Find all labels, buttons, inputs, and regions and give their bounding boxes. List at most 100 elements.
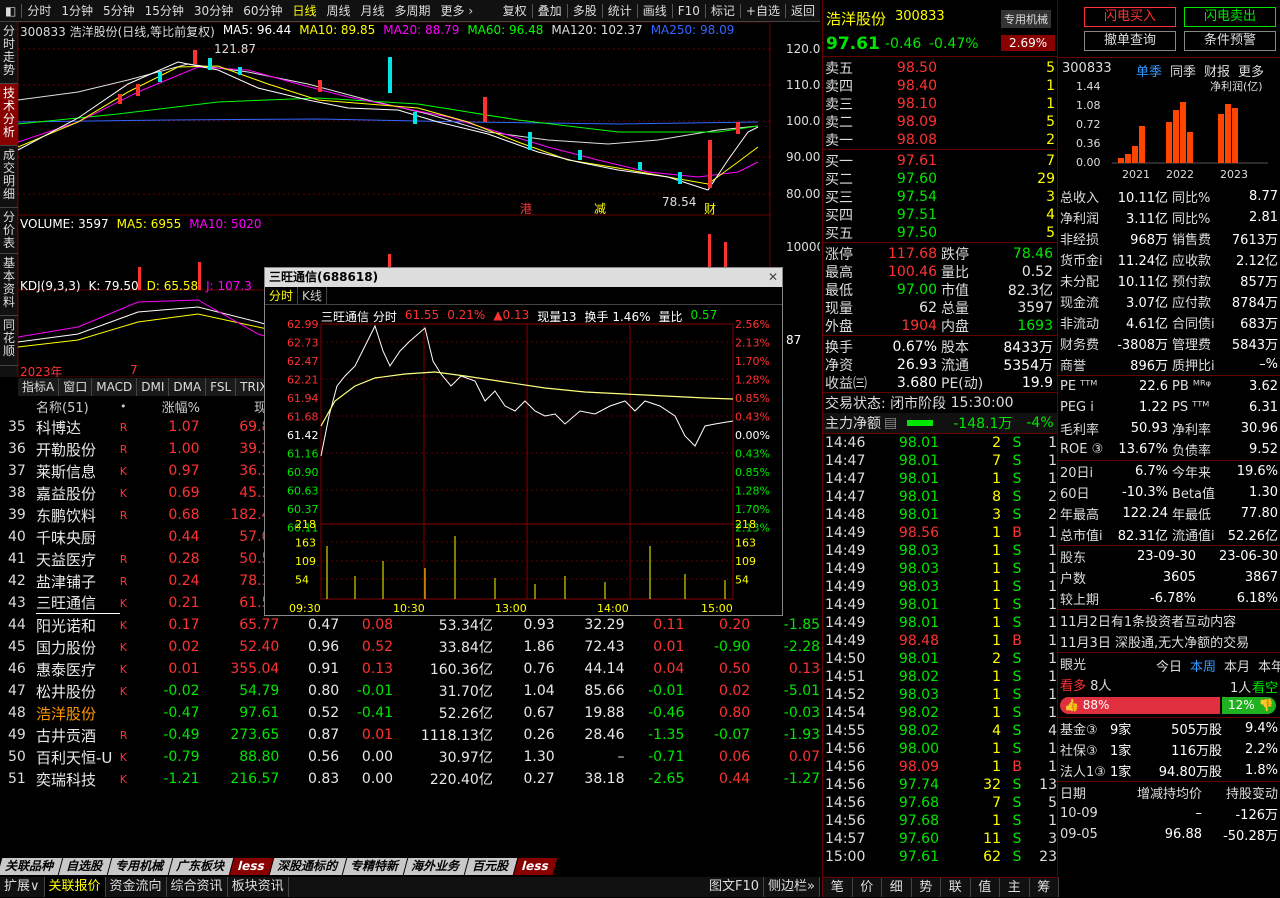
close-icon[interactable]: ✕ (768, 268, 778, 287)
mid-tab-4[interactable]: 联 (941, 878, 971, 897)
flash-sell-button[interactable]: 闪电卖出 (1184, 7, 1276, 27)
ind-tab-window[interactable]: 窗口 (59, 378, 93, 396)
period-more[interactable]: 更多 › (436, 2, 479, 19)
tool-stats[interactable]: 统计 (603, 2, 637, 19)
news-tab[interactable]: 综合资讯 (167, 877, 228, 897)
bid-row[interactable]: 买一 97.61 7 (823, 152, 1057, 170)
sector-news-tab[interactable]: 板块资讯 (228, 877, 289, 897)
fin-tab-more[interactable]: 更多 (1238, 61, 1264, 80)
period-weekly[interactable]: 周线 (322, 2, 356, 19)
tool-back[interactable]: 返回 (786, 2, 820, 19)
category-tab-3[interactable]: 广东板块 (168, 858, 234, 875)
table-row[interactable]: 49 古井贡酒 R -0.49 273.65 0.87 0.01 1118.13亿 0.26 28… (0, 724, 820, 746)
opinion-tab-year[interactable]: 本年 (1258, 656, 1280, 675)
related-quote-tab[interactable]: 关联报价 (44, 877, 106, 897)
vtab-deals[interactable]: 成交明细 (0, 146, 18, 208)
flash-buy-button[interactable]: 闪电买入 (1084, 7, 1176, 27)
bid-row[interactable]: 买四 97.51 4 (823, 206, 1057, 224)
sector-pct-badge[interactable]: 2.69% (1001, 35, 1056, 51)
category-tab-8[interactable]: 百元股 (464, 858, 517, 875)
collapse-icon[interactable]: ◧ (0, 4, 21, 18)
intraday-popup[interactable]: 三旺通信(688618) ✕ 分时 K线 三旺通信 分时 61.55 0.21% … (264, 267, 783, 616)
vtab-tech[interactable]: 技术分析 (0, 84, 18, 146)
table-row[interactable]: 45 国力股份 K 0.02 52.40 0.96 0.52 33.84亿 1.86 72.43 0… (0, 636, 820, 658)
period-60min[interactable]: 60分钟 (238, 2, 287, 19)
opinion-tab-month[interactable]: 本月 (1224, 656, 1250, 675)
tool-fuquan[interactable]: 复权 (498, 2, 532, 19)
table-row[interactable]: 44 阳光诺和 K 0.17 65.77 0.47 0.08 53.34亿 0.93 32.29 0… (0, 614, 820, 636)
ind-tab-a[interactable]: 指标A (18, 378, 60, 396)
ind-tab-macd[interactable]: MACD (92, 378, 138, 396)
category-tab-9[interactable]: less (513, 858, 557, 875)
tool-mark[interactable]: 标记 (706, 2, 740, 19)
marker-jian[interactable]: 减 (594, 202, 606, 216)
ind-tab-dmi[interactable]: DMI (137, 378, 170, 396)
header-name[interactable]: 名称(51) (36, 397, 120, 416)
bear-bar[interactable]: 12% 👎 (1222, 697, 1276, 714)
tool-multistock[interactable]: 多股 (568, 2, 602, 19)
tool-f10[interactable]: F10 (673, 4, 705, 18)
main-flow[interactable]: 主力净额 ▤ -148.1万 -4% (823, 413, 1057, 433)
category-tab-2[interactable]: 专用机械 (107, 858, 173, 875)
news-item-1[interactable]: 11月2日有1条投资者互动内容 (1058, 610, 1280, 631)
opinion-tab-week[interactable]: 本周 (1190, 656, 1216, 675)
period-monthly[interactable]: 月线 (356, 2, 390, 19)
f10-graphic-button[interactable]: 图文F10 (705, 877, 765, 897)
vtab-profile[interactable]: 基本资料 (0, 254, 18, 316)
header-pct[interactable]: 涨幅% (140, 397, 200, 416)
period-5min[interactable]: 5分钟 (98, 2, 140, 19)
condition-alert-button[interactable]: 条件预警 (1184, 31, 1276, 51)
sidebar-button[interactable]: 侧边栏» (764, 877, 820, 897)
vtab-fenshi[interactable]: 分时走势 (0, 22, 18, 84)
table-row[interactable]: 47 松井股份 K -0.02 54.79 0.80 -0.01 31.70亿 1.04 85.6… (0, 680, 820, 702)
tool-addfav[interactable]: +自选 (741, 2, 785, 19)
ask-row[interactable]: 卖三 98.10 1 (823, 95, 1057, 113)
popup-tab-kline[interactable]: K线 (298, 287, 327, 304)
sector-badge[interactable]: 专用机械 (1001, 10, 1051, 28)
table-row[interactable]: 46 惠泰医疗 K 0.01 355.04 0.91 0.13 160.36亿 0.76 44.1… (0, 658, 820, 680)
vtab-pricetable[interactable]: 分价表 (0, 208, 18, 254)
period-1min[interactable]: 1分钟 (56, 2, 98, 19)
table-row[interactable]: 50 百利天恒-U K -0.79 88.80 0.56 0.00 30.97亿 1.30 – -0… (0, 746, 820, 768)
period-30min[interactable]: 30分钟 (189, 2, 238, 19)
period-fenshi[interactable]: 分时 (22, 2, 56, 19)
expand-button[interactable]: 扩展∨ (0, 877, 45, 897)
mid-tab-2[interactable]: 细 (882, 878, 912, 897)
ask-row[interactable]: 卖二 98.09 5 (823, 113, 1057, 131)
category-tab-4[interactable]: less (229, 858, 273, 875)
mid-tab-3[interactable]: 势 (912, 878, 941, 897)
ind-tab-dma[interactable]: DMA (169, 378, 207, 396)
category-tab-5[interactable]: 深股通标的 (269, 858, 346, 875)
ask-row[interactable]: 卖五 98.50 5 (823, 59, 1057, 77)
mid-tab-7[interactable]: 筹 (1030, 878, 1059, 897)
marker-cai[interactable]: 财 (704, 202, 716, 216)
category-tab-1[interactable]: 自选股 (58, 858, 112, 875)
fin-tab-report[interactable]: 财报 (1204, 61, 1230, 80)
bull-bar[interactable]: 👍 88% (1060, 697, 1220, 714)
tool-overlay[interactable]: 叠加 (533, 2, 567, 19)
popup-title[interactable]: 三旺通信(688618) ✕ (265, 268, 782, 287)
bid-row[interactable]: 买五 97.50 5 (823, 224, 1057, 242)
category-tab-0[interactable]: 关联品种 (0, 858, 63, 875)
period-15min[interactable]: 15分钟 (140, 2, 189, 19)
ask-row[interactable]: 卖四 98.40 1 (823, 77, 1057, 95)
mid-tab-5[interactable]: 值 (971, 878, 1000, 897)
table-row[interactable]: 48 浩洋股份 -0.47 97.61 0.52 -0.41 52.26亿 0.67 19.88… (0, 702, 820, 724)
opinion-tab-day[interactable]: 今日 (1156, 656, 1182, 675)
ind-tab-fsl[interactable]: FSL (206, 378, 237, 396)
fund-flow-tab[interactable]: 资金流向 (106, 877, 167, 897)
cancel-query-button[interactable]: 撤单查询 (1084, 31, 1176, 51)
category-tab-7[interactable]: 海外业务 (403, 858, 468, 875)
fin-tab-sameq[interactable]: 同季 (1170, 61, 1196, 80)
tick-list[interactable]: 14:46 98.01 2 S 1 14:47 98.01 7 S 1 14:47 98.01 1 S 1 1… (823, 434, 1057, 866)
popup-tab-fenshi[interactable]: 分时 (265, 287, 299, 304)
mid-tab-6[interactable]: 主 (1000, 878, 1030, 897)
fin-tab-quarter[interactable]: 单季 (1136, 61, 1162, 80)
category-tab-6[interactable]: 专精特新 (342, 858, 407, 875)
opinion-bar[interactable]: 👍 88% 12% 👎 (1058, 695, 1280, 717)
tool-draw[interactable]: 画线 (638, 2, 672, 19)
marker-gang[interactable]: 港 (520, 202, 532, 216)
bid-row[interactable]: 买二 97.60 29 (823, 170, 1057, 188)
mid-tab-0[interactable]: 笔 (823, 878, 853, 897)
vtab-ths[interactable]: 同花顺 (0, 316, 18, 366)
